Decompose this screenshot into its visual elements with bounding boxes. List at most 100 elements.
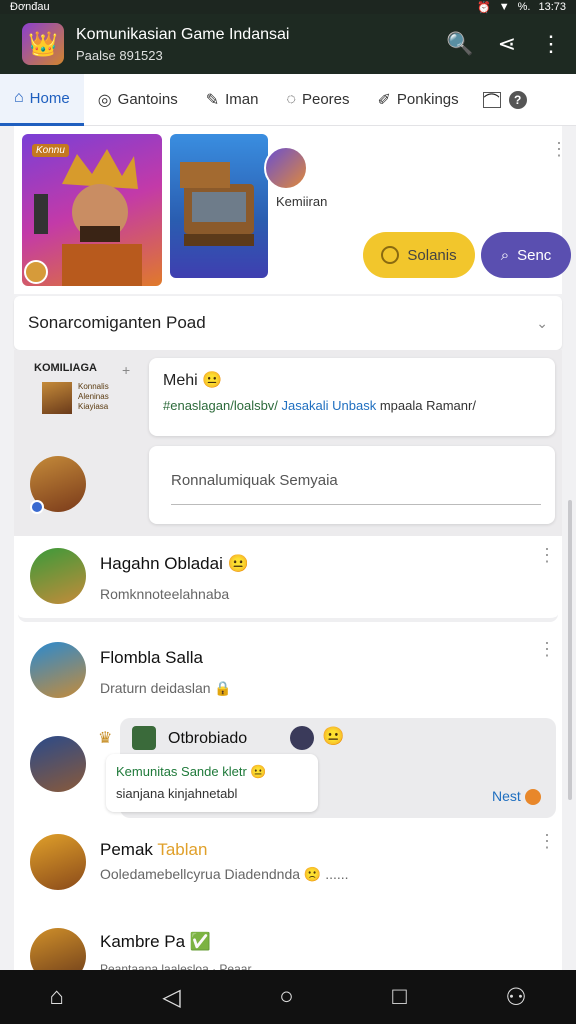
pill-yellow-label: Solanis <box>407 246 457 264</box>
feed-section-title: Sonarcomiganten Poad <box>28 313 206 332</box>
more-vertical-icon[interactable]: ⋮ <box>540 31 562 57</box>
chat-bubble: Kemunitas Sande kletr 😐 sianjana kinjahn… <box>106 754 318 812</box>
alarm-icon: ⏰ <box>477 1 491 14</box>
scrollbar[interactable] <box>568 500 572 800</box>
tab-peores[interactable]: ◌ Peores <box>272 74 363 126</box>
wifi-icon: ▼ <box>498 1 510 13</box>
member-name-text: Pemak <box>100 840 153 859</box>
tab-bar: ⌂ Home ◎ Gantoins ✎ Iman ◌ Peores ✐ Ponk… <box>0 73 576 126</box>
member-emoji: 😐 <box>227 554 249 573</box>
treasure-chest-illustration <box>180 162 254 246</box>
game-logo-badge: Konnu <box>32 144 69 157</box>
feed-section-header[interactable]: Sonarcomiganten Poad ⌄ <box>14 296 562 350</box>
app-title: Komunikasian Game Indansai <box>76 25 290 43</box>
list-item[interactable]: Hagahn Obladai 😐 Romknnoteelahnaba ⋮ <box>18 538 558 622</box>
chevron-down-icon[interactable]: ⌄ <box>536 315 548 332</box>
coin-icon <box>381 246 400 264</box>
post-body: #enaslagan/loalsbv/ Jasakali Unbask mpaa… <box>163 398 476 413</box>
featured-user-caption: Kemiiran <box>276 194 328 209</box>
chat-bubble-line1: Kemunitas Sande kletr 😐 <box>116 764 267 779</box>
member-name: Pemak Tablan <box>100 840 207 860</box>
plus-icon[interactable]: + <box>122 362 130 378</box>
tab-ponkings[interactable]: ✐ Ponkings <box>364 74 473 126</box>
community-mini-desc: Konnalis Aleninas Kiayiasa <box>78 382 109 411</box>
post-text: mpaala Ramanr/ <box>379 398 476 413</box>
member-subtitle: Romknnoteelahnaba <box>100 586 230 602</box>
community-mini-card[interactable]: KOMILIAGA Konnalis Aleninas Kiayiasa + <box>34 362 134 422</box>
member-subtitle: Peantaana laalesloa · Peaar <box>100 962 252 970</box>
chat-icon: ◌ <box>286 90 296 108</box>
home-circle-icon[interactable]: ○ <box>279 983 294 1011</box>
pin-icon: ✎ <box>205 91 220 109</box>
tab-home[interactable]: ⌂ Home <box>0 73 84 126</box>
featured-game-image-1[interactable]: Konnu <box>22 134 162 286</box>
tab-iman-label: Iman <box>225 91 259 108</box>
recents-icon[interactable]: □ <box>392 983 407 1011</box>
tab-iman[interactable]: ✎ Iman <box>192 74 273 126</box>
tab-ponkings-label: Ponkings <box>396 91 459 108</box>
profile-icon[interactable]: ⚇ <box>505 983 527 1012</box>
tab-gantoins[interactable]: ◎ Gantoins <box>84 74 192 126</box>
member-name: Flombla Salla <box>100 648 203 667</box>
home-nav-icon[interactable]: ⌂ <box>49 983 64 1011</box>
pencil-icon: ✐ <box>377 91 391 109</box>
member-subtitle: Ooledamebellcyrua Diadendnda 🙁 ...... <box>100 866 349 882</box>
chat-thread[interactable]: ♛ Otbrobiado 😐 Kemunitas Sande kletr 😐 s… <box>18 716 558 820</box>
list-item[interactable]: Kambre Pa ✅ Peantaana laalesloa · Peaar <box>18 918 558 970</box>
member-name-text: Hagahn Obladai <box>100 554 223 573</box>
chat-avatar <box>30 736 86 792</box>
reply-input[interactable]: Ronnalumiquak Semyaia <box>149 446 555 524</box>
status-left-text: Đơnđau <box>10 1 50 13</box>
featured-game-image-2[interactable] <box>170 134 268 278</box>
small-emblem-icon <box>24 260 48 284</box>
crown-icon: ♛ <box>98 730 113 747</box>
app-logo: 👑 <box>22 23 64 65</box>
pill-purple-label: Senc <box>517 246 552 264</box>
member-avatar <box>30 642 86 698</box>
tab-peores-label: Peores <box>301 91 350 108</box>
featured-section: Konnu Kemiiran ⋮ Solanis ⌕ Senc <box>14 126 571 294</box>
pill-button-purple[interactable]: ⌕ Senc <box>481 232 571 278</box>
home-icon: ⌂ <box>14 89 24 106</box>
hero-more-icon[interactable]: ⋮ <box>550 140 568 158</box>
member-avatar <box>30 548 86 604</box>
search-pill-icon: ⌕ <box>500 246 510 264</box>
item-more-icon[interactable]: ⋮ <box>538 546 556 564</box>
community-mini-label: KOMILIAGA <box>34 362 97 374</box>
tab-gantoins-label: Gantoins <box>117 91 178 108</box>
input-underline <box>171 504 541 505</box>
arrow-circle-icon <box>524 789 541 806</box>
reply-placeholder: Ronnalumiquak Semyaia <box>171 472 338 489</box>
search-icon[interactable]: 🔍 <box>446 31 473 57</box>
member-emoji: ✅ <box>189 932 211 951</box>
item-more-icon[interactable]: ⋮ <box>538 640 556 658</box>
post-card[interactable]: Mehi 😐 #enaslagan/loalsbv/ Jasakali Unba… <box>149 358 555 436</box>
post-link[interactable]: Jasakali Unbask <box>282 398 377 413</box>
list-item[interactable]: Pemak Tablan Ooledamebellcyrua Diadendnd… <box>18 824 558 918</box>
member-name: Hagahn Obladai 😐 <box>100 554 249 574</box>
pill-button-yellow[interactable]: Solanis <box>363 232 475 278</box>
member-highlight: Tablan <box>157 840 208 859</box>
app-subtitle: Paalse 891523 <box>76 47 163 63</box>
community-mini-avatar <box>42 382 72 414</box>
tab-home-label: Home <box>29 89 70 107</box>
member-avatar <box>30 834 86 890</box>
featured-user-avatar[interactable] <box>264 146 308 190</box>
post-title: Mehi 😐 <box>163 372 223 389</box>
status-bar: Đơnđau ⏰ ▼ %. 13:73 <box>0 0 576 14</box>
help-icon[interactable]: ? <box>508 90 527 109</box>
smiley-icon[interactable]: 😐 <box>322 726 344 747</box>
share-icon[interactable]: ⋖ <box>498 31 516 57</box>
chat-bubble-line2: sianjana kinjahnetabl <box>116 786 238 801</box>
back-icon[interactable]: ◁ <box>162 983 180 1012</box>
chart-icon[interactable]: ⌒ <box>482 91 501 111</box>
app-header: 👑 Komunikasian Game Indansai Paalse 8915… <box>0 14 576 74</box>
member-name-text: Kambre Pa <box>100 932 186 951</box>
group-icon <box>132 726 156 750</box>
member-subtitle: Draturn deidaslan 🔒 <box>100 680 232 696</box>
gamepad-icon: ◎ <box>97 91 112 109</box>
list-item[interactable]: Flombla Salla Draturn deidaslan 🔒 ⋮ <box>18 632 558 716</box>
item-more-icon[interactable]: ⋮ <box>538 832 556 850</box>
post-hashtag[interactable]: #enaslagan/loalsbv/ <box>163 398 278 413</box>
next-link[interactable]: Nest <box>492 788 541 806</box>
